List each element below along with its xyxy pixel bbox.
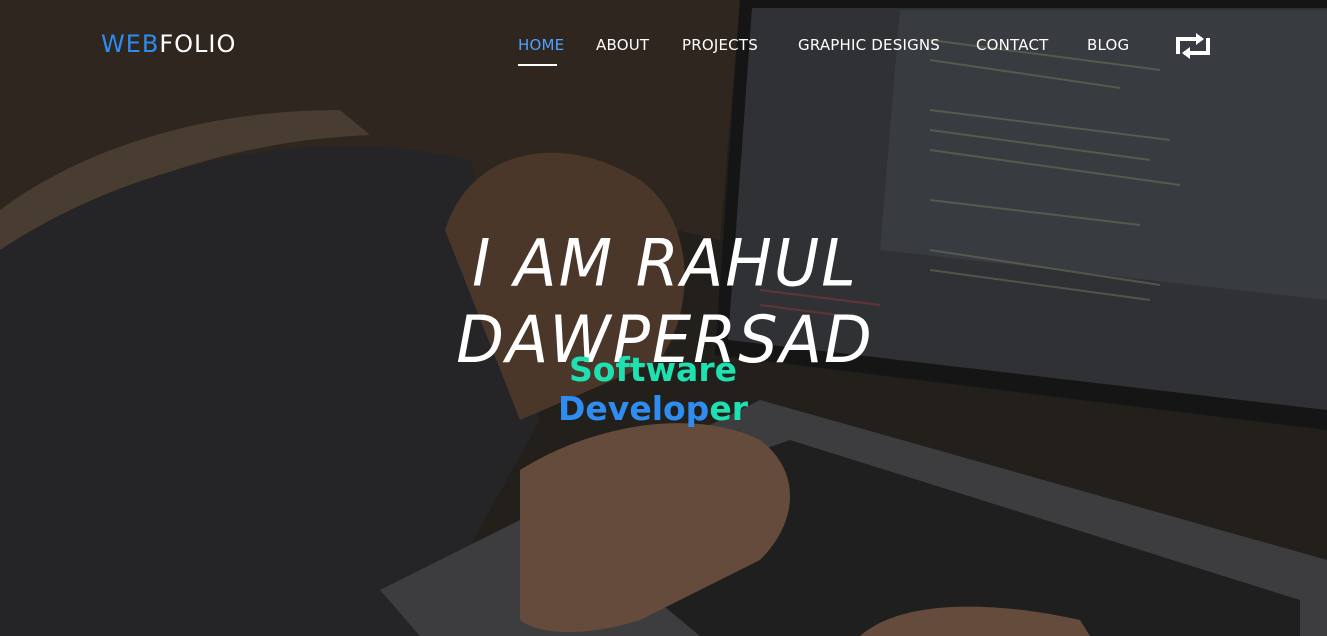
nav-about[interactable]: ABOUT (596, 36, 649, 54)
subtitle-word-developer: Developer (558, 389, 748, 428)
subtitle-developer-tail: er (709, 389, 748, 428)
nav-projects[interactable]: PROJECTS (682, 36, 758, 54)
subtitle-developer-main: Develop (558, 389, 710, 428)
theme-toggle-button[interactable] (1172, 30, 1214, 62)
top-navbar: WEBFOLIO HOME ABOUT PROJECTS GRAPHIC DES… (0, 0, 1327, 92)
repeat-icon (1176, 33, 1210, 59)
nav-blog[interactable]: BLOG (1087, 36, 1129, 54)
brand-part-web: WEB (101, 30, 160, 58)
brand-logo[interactable]: WEBFOLIO (101, 30, 236, 58)
hero-subtitle: Software Developer (470, 350, 836, 428)
nav-contact[interactable]: CONTACT (976, 36, 1049, 54)
nav-graphic-designs[interactable]: GRAPHIC DESIGNS (798, 36, 940, 54)
brand-part-folio: FOLIO (159, 30, 237, 58)
subtitle-word-software: Software (569, 350, 737, 389)
nav-home[interactable]: HOME (518, 36, 564, 54)
active-nav-underline (518, 64, 557, 66)
